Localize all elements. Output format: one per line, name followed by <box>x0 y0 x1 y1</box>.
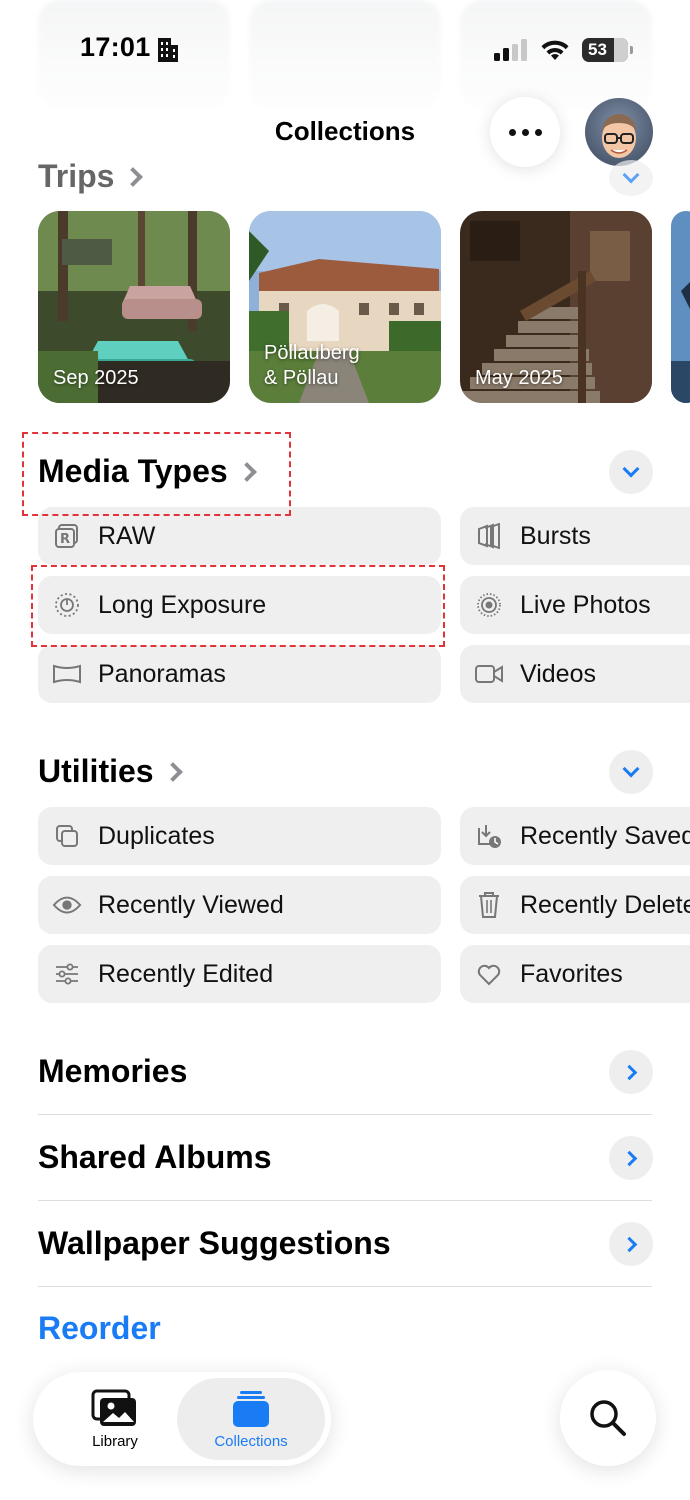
eye-icon <box>52 890 82 920</box>
wifi-icon <box>541 40 569 60</box>
bursts-icon <box>474 521 504 551</box>
trip-card-label: Pöllauberg & Pöllau <box>264 341 360 391</box>
heart-icon <box>474 959 504 989</box>
chevron-down-icon <box>622 166 640 184</box>
media-item-label: Live Photos <box>520 590 651 619</box>
media-types-collapse-button[interactable] <box>609 450 653 494</box>
battery-level: 53 <box>588 40 607 59</box>
media-item-label: Panoramas <box>98 659 226 688</box>
trash-icon <box>474 890 504 920</box>
trip-photo <box>671 211 690 403</box>
recently-saved-icon <box>474 821 504 851</box>
trips-collapse-button[interactable] <box>609 160 653 196</box>
trip-card-may-2025[interactable]: May 2025 <box>460 211 652 403</box>
trips-header[interactable]: Trips <box>38 158 144 195</box>
trip-card-label: May 2025 <box>475 367 563 389</box>
tab-collections[interactable]: Collections <box>177 1378 325 1460</box>
trips-title: Trips <box>38 158 115 194</box>
media-item-bursts[interactable]: Bursts <box>460 507 690 565</box>
shared-albums-row-title[interactable]: Shared Albums <box>38 1139 272 1176</box>
utilities-header[interactable]: Utilities <box>38 753 183 790</box>
chevron-down-icon <box>622 760 640 778</box>
chevron-right-icon <box>621 1236 637 1252</box>
tab-bar: Library Collections <box>33 1372 331 1466</box>
shared-albums-open-button[interactable] <box>609 1136 653 1180</box>
utility-item-recently-saved[interactable]: Recently Saved <box>460 807 690 865</box>
photo-library-icon <box>91 1389 136 1426</box>
status-indicators: 53 <box>494 36 633 64</box>
media-item-label: Videos <box>520 659 596 688</box>
sliders-icon <box>52 959 82 989</box>
trip-card-label-line2: & Pöllau <box>264 367 339 389</box>
utility-item-recently-viewed[interactable]: Recently Viewed <box>38 876 441 934</box>
highlight-box-long-exposure <box>31 565 445 647</box>
search-button[interactable] <box>560 1370 656 1466</box>
memories-open-button[interactable] <box>609 1050 653 1094</box>
utility-item-label: Duplicates <box>98 821 215 850</box>
cellular-signal-icon <box>494 39 527 61</box>
utility-item-label: Recently Viewed <box>98 890 284 919</box>
video-icon <box>474 659 504 689</box>
trip-card-label: Sep 2025 <box>53 367 139 389</box>
tab-collections-label: Collections <box>214 1432 288 1450</box>
avatar[interactable] <box>585 98 653 166</box>
raw-icon: R <box>52 521 82 551</box>
trip-card-sep-2025[interactable]: Sep 2025 <box>38 211 230 403</box>
battery-indicator: 53 <box>582 38 633 62</box>
status-time: 17:01 <box>80 32 151 62</box>
utilities-collapse-button[interactable] <box>609 750 653 794</box>
divider <box>38 1286 652 1287</box>
panorama-icon <box>52 659 82 689</box>
media-item-panoramas[interactable]: Panoramas <box>38 645 441 703</box>
memories-row-title[interactable]: Memories <box>38 1053 187 1090</box>
search-icon <box>590 1400 626 1436</box>
collections-icon <box>233 1390 269 1427</box>
building-icon <box>158 38 178 62</box>
trip-card-poellauberg[interactable]: Pöllauberg & Pöllau <box>249 211 441 403</box>
utility-item-label: Favorites <box>520 959 623 988</box>
utility-item-recently-deleted[interactable]: Recently Deleted <box>460 876 690 934</box>
chevron-right-icon <box>162 761 183 782</box>
utility-item-label: Recently Saved <box>520 821 690 850</box>
media-item-label: Bursts <box>520 521 591 550</box>
chevron-right-icon <box>621 1064 637 1080</box>
trip-card-partial[interactable] <box>671 211 690 403</box>
utility-item-duplicates[interactable]: Duplicates <box>38 807 441 865</box>
utility-item-recently-edited[interactable]: Recently Edited <box>38 945 441 1003</box>
tab-library[interactable]: Library <box>41 1378 189 1460</box>
memoji-icon <box>602 114 636 158</box>
utilities-title: Utilities <box>38 753 154 789</box>
tab-library-label: Library <box>92 1432 138 1450</box>
live-photos-icon <box>474 590 504 620</box>
chevron-down-icon <box>622 460 640 478</box>
utility-item-label: Recently Deleted <box>520 890 690 919</box>
media-item-live-photos[interactable]: Live Photos <box>460 576 690 634</box>
svg-text:R: R <box>60 532 70 547</box>
chevron-right-icon <box>621 1150 637 1166</box>
duplicates-icon <box>52 821 82 851</box>
trip-card-label-line1: Pöllauberg <box>264 342 360 364</box>
wallpaper-suggestions-row-title[interactable]: Wallpaper Suggestions <box>38 1225 391 1262</box>
divider <box>38 1200 652 1201</box>
chevron-right-icon <box>123 166 144 187</box>
highlight-box-media-types <box>22 432 291 516</box>
media-item-videos[interactable]: Videos <box>460 645 690 703</box>
wallpaper-suggestions-open-button[interactable] <box>609 1222 653 1266</box>
media-item-label: RAW <box>98 521 156 550</box>
utility-item-favorites[interactable]: Favorites <box>460 945 690 1003</box>
more-options-button[interactable] <box>490 97 560 167</box>
utility-item-label: Recently Edited <box>98 959 274 988</box>
divider <box>38 1114 652 1115</box>
